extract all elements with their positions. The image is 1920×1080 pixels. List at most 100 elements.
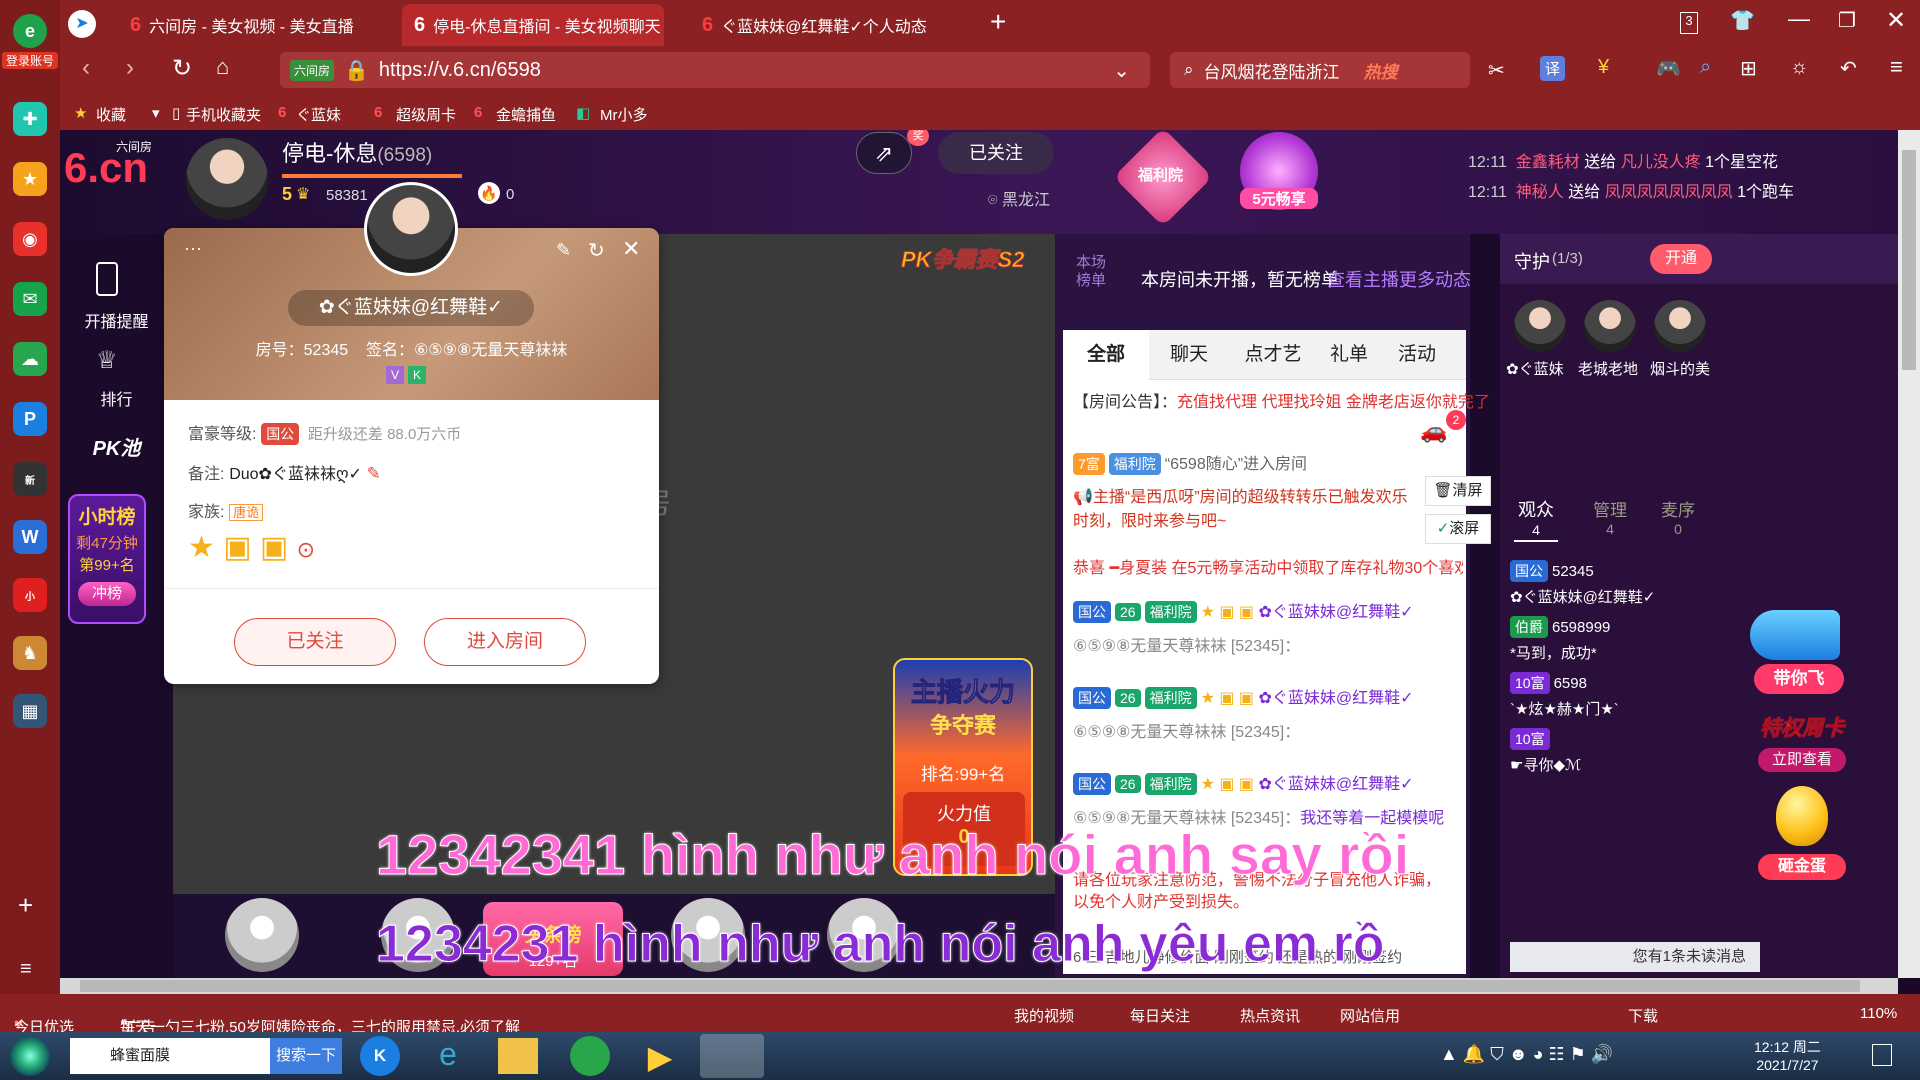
game2-icon[interactable]: ▦ bbox=[13, 694, 47, 728]
player-icon[interactable]: ▶ bbox=[640, 1038, 680, 1075]
scroll-screen-button[interactable]: ✓滚屏 bbox=[1425, 514, 1491, 544]
back-icon[interactable]: ‹ bbox=[82, 54, 90, 82]
tab-audience[interactable]: 观众 4 bbox=[1514, 496, 1558, 538]
navigate-icon[interactable]: ➤ bbox=[68, 10, 96, 38]
vertical-scrollbar[interactable] bbox=[1898, 130, 1920, 978]
guard-avatar[interactable] bbox=[1584, 300, 1636, 352]
home-icon[interactable]: ⌂ bbox=[216, 54, 229, 80]
welfare-badge[interactable]: 福利院 bbox=[1138, 164, 1183, 185]
bookmark-item[interactable]: Mr小多 bbox=[600, 104, 648, 125]
app-plus-icon[interactable]: ✚ bbox=[13, 102, 47, 136]
congrats-message[interactable]: 恭喜 ━身夏装 在5元畅享活动中领取了库存礼物30个喜欢你。点击参与~ bbox=[1073, 554, 1463, 578]
refresh-icon[interactable]: ↻ bbox=[588, 238, 605, 263]
audience-user[interactable]: 伯爵 6598999 *马到，成功* bbox=[1510, 616, 1610, 663]
follow-button[interactable]: 已关注 bbox=[938, 132, 1054, 174]
unread-message-bar[interactable]: 您有1条未读消息 bbox=[1510, 942, 1760, 972]
new-tab-icon[interactable]: + bbox=[990, 6, 1006, 38]
golden-egg-icon[interactable] bbox=[1776, 786, 1828, 846]
apps-icon[interactable]: ⊞ bbox=[1740, 56, 1757, 81]
clear-screen-button[interactable]: 🗑清屏 bbox=[1425, 476, 1491, 506]
enter-room-button[interactable]: 进入房间 bbox=[424, 618, 586, 666]
login-badge[interactable]: 登录账号 bbox=[2, 52, 58, 69]
coin-icon[interactable]: ¥ bbox=[1598, 56, 1609, 79]
hourly-boost-button[interactable]: 冲榜 bbox=[78, 582, 136, 606]
status-item[interactable]: 网站信用 bbox=[1340, 1005, 1400, 1026]
ie-icon[interactable]: e bbox=[428, 1036, 468, 1076]
crown-outline-icon[interactable]: ♕ bbox=[96, 346, 118, 375]
audience-user[interactable]: 10富 ☛寻你◆ℳ bbox=[1510, 728, 1581, 775]
guard-name[interactable]: ✿ぐ蓝妹 bbox=[1506, 358, 1574, 379]
favorites-star-icon[interactable]: ★ bbox=[13, 162, 47, 196]
view-now-button[interactable]: 立即查看 bbox=[1758, 748, 1846, 772]
share-icon[interactable]: ⇗ bbox=[856, 132, 912, 174]
bookmark-item[interactable]: 手机收藏夹 bbox=[186, 104, 261, 125]
host-avatar[interactable] bbox=[186, 138, 268, 220]
chevron-down-icon[interactable]: ▾ bbox=[152, 104, 160, 122]
tab-2-active[interactable]: 6停电-休息直播间 - 美女视频聊天× bbox=[402, 4, 664, 46]
mail-icon[interactable]: ✉ bbox=[13, 282, 47, 316]
scroll-thumb[interactable] bbox=[1902, 150, 1916, 370]
status-item[interactable]: 我的视频 bbox=[1014, 1005, 1074, 1026]
family-tag[interactable]: 唐诡 bbox=[229, 504, 264, 521]
mini-app-icon[interactable]: 小 bbox=[13, 578, 47, 612]
fly-button[interactable]: 带你飞 bbox=[1754, 664, 1844, 694]
status-item[interactable]: 下载 bbox=[1628, 1005, 1658, 1026]
close-window-icon[interactable]: ✕ bbox=[1886, 6, 1906, 35]
browser-logo-icon[interactable]: e bbox=[13, 14, 47, 48]
more-updates-link[interactable]: 查看主播更多动态 bbox=[1327, 266, 1471, 292]
close-icon[interactable]: ✕ bbox=[622, 236, 640, 262]
refresh-icon[interactable]: ↻ bbox=[172, 54, 192, 83]
privilege-card-title[interactable]: 特权周卡 bbox=[1752, 712, 1852, 742]
status-item[interactable]: 每日关注 bbox=[1130, 1005, 1190, 1026]
cloud-icon[interactable]: ☁ bbox=[13, 342, 47, 376]
seat-avatar[interactable] bbox=[225, 898, 299, 972]
bookmark-item[interactable]: ぐ蓝妹 bbox=[296, 104, 341, 125]
tab-talent[interactable]: 点才艺 bbox=[1233, 330, 1313, 380]
dropdown-icon[interactable]: ⌄ bbox=[1113, 58, 1130, 83]
restore-icon[interactable]: ❐ bbox=[1838, 8, 1856, 33]
smash-egg-button[interactable]: 砸金蛋 bbox=[1758, 854, 1846, 880]
more-icon[interactable]: ··· bbox=[184, 238, 202, 259]
nav-item-pk-pool[interactable]: PK池 bbox=[60, 432, 173, 461]
guard-name[interactable]: 烟斗的美 bbox=[1650, 358, 1718, 379]
tab-count[interactable]: 3 bbox=[1680, 12, 1698, 34]
zoom-level[interactable]: 110% bbox=[1860, 1005, 1897, 1022]
edit-icon[interactable]: ✎ bbox=[367, 464, 381, 483]
nav-item-live-reminder[interactable]: 开播提醒 bbox=[60, 308, 173, 332]
phone-icon[interactable] bbox=[96, 262, 118, 296]
shirt-icon[interactable]: 👕 bbox=[1730, 8, 1755, 33]
five-yuan-label[interactable]: 5元畅享 bbox=[1240, 188, 1318, 209]
audience-user[interactable]: 国公 52345 ✿ぐ蓝妹妹@红舞鞋✓ bbox=[1510, 560, 1655, 607]
notification-icon[interactable] bbox=[1872, 1044, 1892, 1066]
start-button[interactable] bbox=[10, 1036, 50, 1076]
scissors-icon[interactable]: ✂ bbox=[1488, 58, 1505, 83]
k-app-icon[interactable]: K bbox=[360, 1036, 400, 1076]
pk-banner[interactable]: PK争霸赛S2 bbox=[900, 242, 1024, 274]
translate-button[interactable]: 译 bbox=[1540, 56, 1566, 81]
address-bar[interactable]: 六间房 🔒 https://v.6.cn/6598 ⌄ bbox=[280, 52, 1150, 88]
popup-follow-button[interactable]: 已关注 bbox=[234, 618, 396, 666]
bookmark-item[interactable]: 收藏 bbox=[96, 104, 126, 125]
clock[interactable]: 12:12 周二 2021/7/27 bbox=[1754, 1038, 1821, 1074]
forward-icon[interactable]: › bbox=[126, 54, 134, 82]
plane-icon[interactable] bbox=[1750, 610, 1840, 660]
tab-admin[interactable]: 管理 4 bbox=[1588, 496, 1632, 537]
p-app-icon[interactable]: P bbox=[13, 402, 47, 436]
tab-3[interactable]: 6 ぐ蓝妹妹@红舞鞋✓个人动态 bbox=[690, 4, 952, 46]
menu-icon[interactable]: ≡ bbox=[20, 958, 32, 981]
edit-wand-icon[interactable]: ✎ bbox=[556, 240, 571, 261]
tab-gift-list[interactable]: 礼单 bbox=[1317, 330, 1381, 380]
gamepad-icon[interactable]: 🎮 bbox=[1656, 56, 1681, 81]
word-icon[interactable]: W bbox=[13, 520, 47, 554]
chat-username[interactable]: ✿ぐ蓝妹妹@红舞鞋✓ bbox=[1259, 776, 1414, 793]
taskbar-search-button[interactable]: 搜索一下 bbox=[270, 1038, 342, 1074]
undo-icon[interactable]: ↶ bbox=[1840, 56, 1857, 81]
horizontal-scrollbar[interactable] bbox=[60, 978, 1898, 994]
bookmark-item[interactable]: 超级周卡 bbox=[396, 104, 456, 125]
brightness-icon[interactable]: ☼ bbox=[1790, 56, 1808, 79]
status-item[interactable]: 热点资讯 bbox=[1240, 1005, 1300, 1026]
bookmark-item[interactable]: 金蟾捕鱼 bbox=[496, 104, 556, 125]
tab-chat[interactable]: 聊天 bbox=[1153, 330, 1225, 380]
rank-label[interactable]: 本场榜单 bbox=[1071, 254, 1111, 290]
weibo-icon[interactable]: ◉ bbox=[13, 222, 47, 256]
